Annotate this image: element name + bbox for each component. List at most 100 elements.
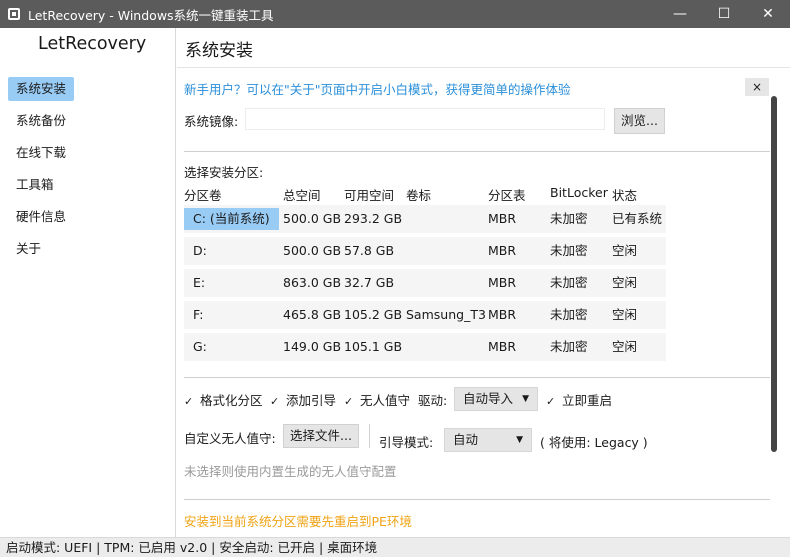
reboot-label: 立即重启 <box>561 393 612 408</box>
cell-label: Samsung_T3 <box>406 307 486 322</box>
sidebar-item-backup[interactable]: 系统备份 <box>8 109 74 133</box>
reboot-checkbox[interactable]: ✓ 立即重启 <box>546 390 612 409</box>
cell-volume: C: (当前系统) <box>184 208 279 230</box>
cell-partition-table: MBR <box>488 243 517 258</box>
cell-total: 149.0 GB <box>283 339 342 354</box>
partition-row-c[interactable]: C: (当前系统) 500.0 GB 293.2 GB MBR 未加密 已有系统 <box>184 205 666 233</box>
window-controls: — ☐ ✕ <box>658 0 790 28</box>
unattend-hint: 未选择则使用内置生成的无人值守配置 <box>184 464 397 479</box>
cell-free: 32.7 GB <box>344 275 395 290</box>
image-label: 系统镜像: <box>184 114 239 129</box>
close-button[interactable]: ✕ <box>746 0 790 28</box>
unattend-label: 自定义无人值守: <box>184 431 276 446</box>
section-divider <box>184 499 770 500</box>
cell-partition-table: MBR <box>488 307 517 322</box>
boot-mode-note: ( 将使用: Legacy ) <box>540 435 648 450</box>
maximize-button[interactable]: ☐ <box>702 0 746 28</box>
cell-free: 105.1 GB <box>344 339 403 354</box>
checkmark-icon: ✓ <box>270 395 280 408</box>
choose-file-button[interactable]: 选择文件... <box>283 424 359 448</box>
app-logo-icon <box>8 8 20 20</box>
partition-row-d[interactable]: D: 500.0 GB 57.8 GB MBR 未加密 空闲 <box>184 237 666 265</box>
main-panel: 系统安装 新手用户？可以在"关于"页面中开启小白模式，获得更简单的操作体验 × … <box>177 28 790 537</box>
cell-status: 空闲 <box>612 339 638 354</box>
section-divider <box>184 151 770 152</box>
cell-free: 57.8 GB <box>344 243 395 258</box>
cell-status: 空闲 <box>612 275 638 290</box>
cell-volume: G: <box>193 339 207 354</box>
header-bitlocker: BitLocker <box>550 185 608 200</box>
add-boot-checkbox[interactable]: ✓ 添加引导 <box>270 390 336 409</box>
partition-table: C: (当前系统) 500.0 GB 293.2 GB MBR 未加密 已有系统… <box>184 205 666 365</box>
image-path-input[interactable] <box>245 108 605 130</box>
header-status: 状态 <box>612 188 638 203</box>
checkmark-icon: ✓ <box>184 395 194 408</box>
window-title: LetRecovery - Windows系统一键重装工具 <box>28 7 274 23</box>
partition-table-header: 分区卷 总空间 可用空间 卷标 分区表 BitLocker 状态 <box>184 185 664 203</box>
vertical-scrollbar[interactable] <box>770 96 778 456</box>
unattended-label: 无人值守 <box>359 393 410 408</box>
sidebar-item-install[interactable]: 系统安装 <box>8 77 75 101</box>
cell-bitlocker: 未加密 <box>550 243 588 258</box>
title-bar: LetRecovery - Windows系统一键重装工具 — ☐ ✕ <box>0 0 790 28</box>
boot-mode-label: 引导模式: <box>379 435 434 450</box>
format-checkbox[interactable]: ✓ 格式化分区 <box>184 390 263 409</box>
add-boot-label: 添加引导 <box>285 393 336 408</box>
cell-partition-table: MBR <box>488 275 517 290</box>
minimize-button[interactable]: — <box>658 0 702 28</box>
cell-status: 已有系统 <box>612 211 663 226</box>
driver-select-value: 自动导入 <box>463 391 514 406</box>
cell-total: 465.8 GB <box>283 307 342 322</box>
unattended-checkbox[interactable]: ✓ 无人值守 <box>344 390 410 409</box>
sidebar-item-hardware[interactable]: 硬件信息 <box>8 205 74 229</box>
section-divider <box>184 377 770 378</box>
sidebar-item-download[interactable]: 在线下载 <box>8 141 74 165</box>
sidebar-item-toolbox[interactable]: 工具箱 <box>8 173 62 197</box>
cell-volume: F: <box>193 307 204 322</box>
header-partition-table: 分区表 <box>488 188 526 203</box>
sidebar: LetRecovery 系统安装 系统备份 在线下载 工具箱 硬件信息 关于 <box>0 28 176 537</box>
status-bar: 启动模式: UEFI | TPM: 已启用 v2.0 | 安全启动: 已开启 |… <box>0 537 790 557</box>
partition-row-e[interactable]: E: 863.0 GB 32.7 GB MBR 未加密 空闲 <box>184 269 666 297</box>
cell-status: 空闲 <box>612 307 638 322</box>
vertical-divider <box>369 424 370 448</box>
chevron-down-icon: ▼ <box>516 435 523 445</box>
cell-bitlocker: 未加密 <box>550 307 588 322</box>
partition-row-f[interactable]: F: 465.8 GB 105.2 GB Samsung_T3 MBR 未加密 … <box>184 301 666 329</box>
pe-warning: 安装到当前系统分区需要先重启到PE环境 <box>184 514 412 529</box>
header-volume: 分区卷 <box>184 188 222 203</box>
sidebar-nav: 系统安装 系统备份 在线下载 工具箱 硬件信息 关于 <box>8 77 75 269</box>
cell-free: 293.2 GB <box>344 211 403 226</box>
cell-status: 空闲 <box>612 243 638 258</box>
page-title: 系统安装 <box>185 41 253 61</box>
cell-bitlocker: 未加密 <box>550 275 588 290</box>
cell-bitlocker: 未加密 <box>550 339 588 354</box>
checkmark-icon: ✓ <box>344 395 354 408</box>
partition-row-g[interactable]: G: 149.0 GB 105.1 GB MBR 未加密 空闲 <box>184 333 666 361</box>
scrollbar-thumb[interactable] <box>771 96 777 452</box>
cell-free: 105.2 GB <box>344 307 403 322</box>
close-tip-button[interactable]: × <box>745 78 769 96</box>
boot-mode-value: 自动 <box>453 432 479 447</box>
browse-button[interactable]: 浏览... <box>614 108 665 134</box>
install-options: ✓ 格式化分区 ✓ 添加引导 ✓ 无人值守 驱动: 自动导入 ▼ ✓ 立即重启 <box>184 386 664 412</box>
cell-bitlocker: 未加密 <box>550 211 588 226</box>
beginner-tip: 新手用户？可以在"关于"页面中开启小白模式，获得更简单的操作体验 <box>184 82 571 97</box>
cell-total: 863.0 GB <box>283 275 342 290</box>
cell-volume: D: <box>193 243 207 258</box>
sidebar-item-about[interactable]: 关于 <box>8 237 49 261</box>
cell-partition-table: MBR <box>488 339 517 354</box>
driver-label: 驱动: <box>418 393 448 408</box>
header-divider <box>177 67 790 68</box>
boot-mode-select[interactable]: 自动 ▼ <box>444 428 532 452</box>
driver-select[interactable]: 自动导入 ▼ <box>454 387 538 411</box>
cell-partition-table: MBR <box>488 211 517 226</box>
checkmark-icon: ✓ <box>546 395 556 408</box>
header-total: 总空间 <box>283 188 321 203</box>
format-label: 格式化分区 <box>199 393 263 408</box>
cell-total: 500.0 GB <box>283 243 342 258</box>
partition-label: 选择安装分区: <box>184 165 264 180</box>
chevron-down-icon: ▼ <box>522 394 529 404</box>
header-label: 卷标 <box>406 188 432 203</box>
cell-total: 500.0 GB <box>283 211 342 226</box>
